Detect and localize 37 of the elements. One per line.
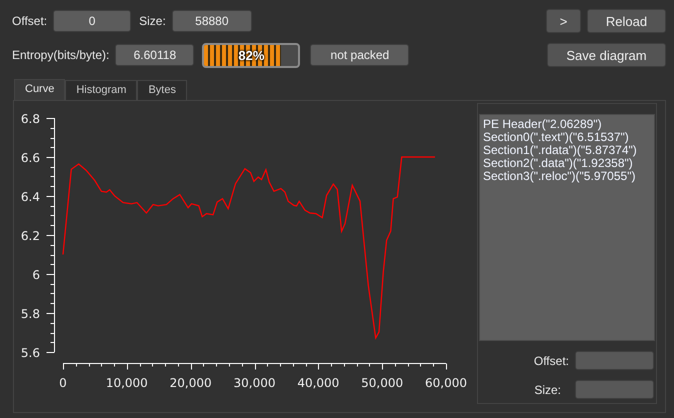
entropy-field: 6.60118 xyxy=(115,44,194,66)
section-item[interactable]: Section2(".data")("1.92358") xyxy=(483,157,651,170)
section-list[interactable]: PE Header("2.06289") Section0(".text")("6.51537") Section1(".rdata")("5.87374") Section2(".data")("1.92358") Section3(".reloc")("5.97055") xyxy=(479,114,655,341)
section-item[interactable]: Section3(".reloc")("5.97055") xyxy=(483,170,651,183)
tick-label: 6.6 xyxy=(20,151,40,165)
tick-label: 10,000 xyxy=(106,376,148,390)
tick-label: 40,000 xyxy=(297,376,340,390)
tab[interactable]: Histogram xyxy=(65,80,138,100)
offset-label: Offset: xyxy=(12,14,48,28)
section-item[interactable]: PE Header("2.06289") xyxy=(483,118,651,131)
tick-label: 50,000 xyxy=(361,376,404,390)
size-label: Size: xyxy=(534,382,561,396)
offset-label: Offset: xyxy=(534,354,569,368)
tick-label: 6.4 xyxy=(20,190,40,204)
tick-label: 5.8 xyxy=(20,307,40,321)
entropy-label: Entropy(bits/byte): xyxy=(12,48,110,62)
section-item[interactable]: Section0(".text")("6.51537") xyxy=(483,131,651,144)
next-button[interactable]: > xyxy=(546,9,581,33)
packer-status-field: not packed xyxy=(310,44,410,66)
tick-label: 30,000 xyxy=(234,376,276,390)
tick-label: 60,000 xyxy=(425,376,467,390)
tab[interactable]: Bytes xyxy=(137,80,187,100)
tick-label: 6.8 xyxy=(20,112,40,126)
tick-label: 6.2 xyxy=(20,229,40,243)
tab[interactable]: Curve xyxy=(14,79,66,100)
save-diagram-button[interactable]: Save diagram xyxy=(547,43,666,67)
size-field[interactable]: 58880 xyxy=(172,10,252,32)
reload-button[interactable]: Reload xyxy=(587,9,666,33)
size-field[interactable] xyxy=(575,380,654,399)
tick-label: 20,000 xyxy=(170,376,212,390)
size-label: Size: xyxy=(139,14,166,28)
offset-field[interactable]: 0 xyxy=(53,10,132,32)
tick-label: 6 xyxy=(32,268,40,282)
tick-label: 5.6 xyxy=(20,346,40,360)
tick-label: 0 xyxy=(59,376,67,390)
offset-field[interactable] xyxy=(575,351,654,370)
section-item[interactable]: Section1(".rdata")("5.87374") xyxy=(483,144,651,157)
